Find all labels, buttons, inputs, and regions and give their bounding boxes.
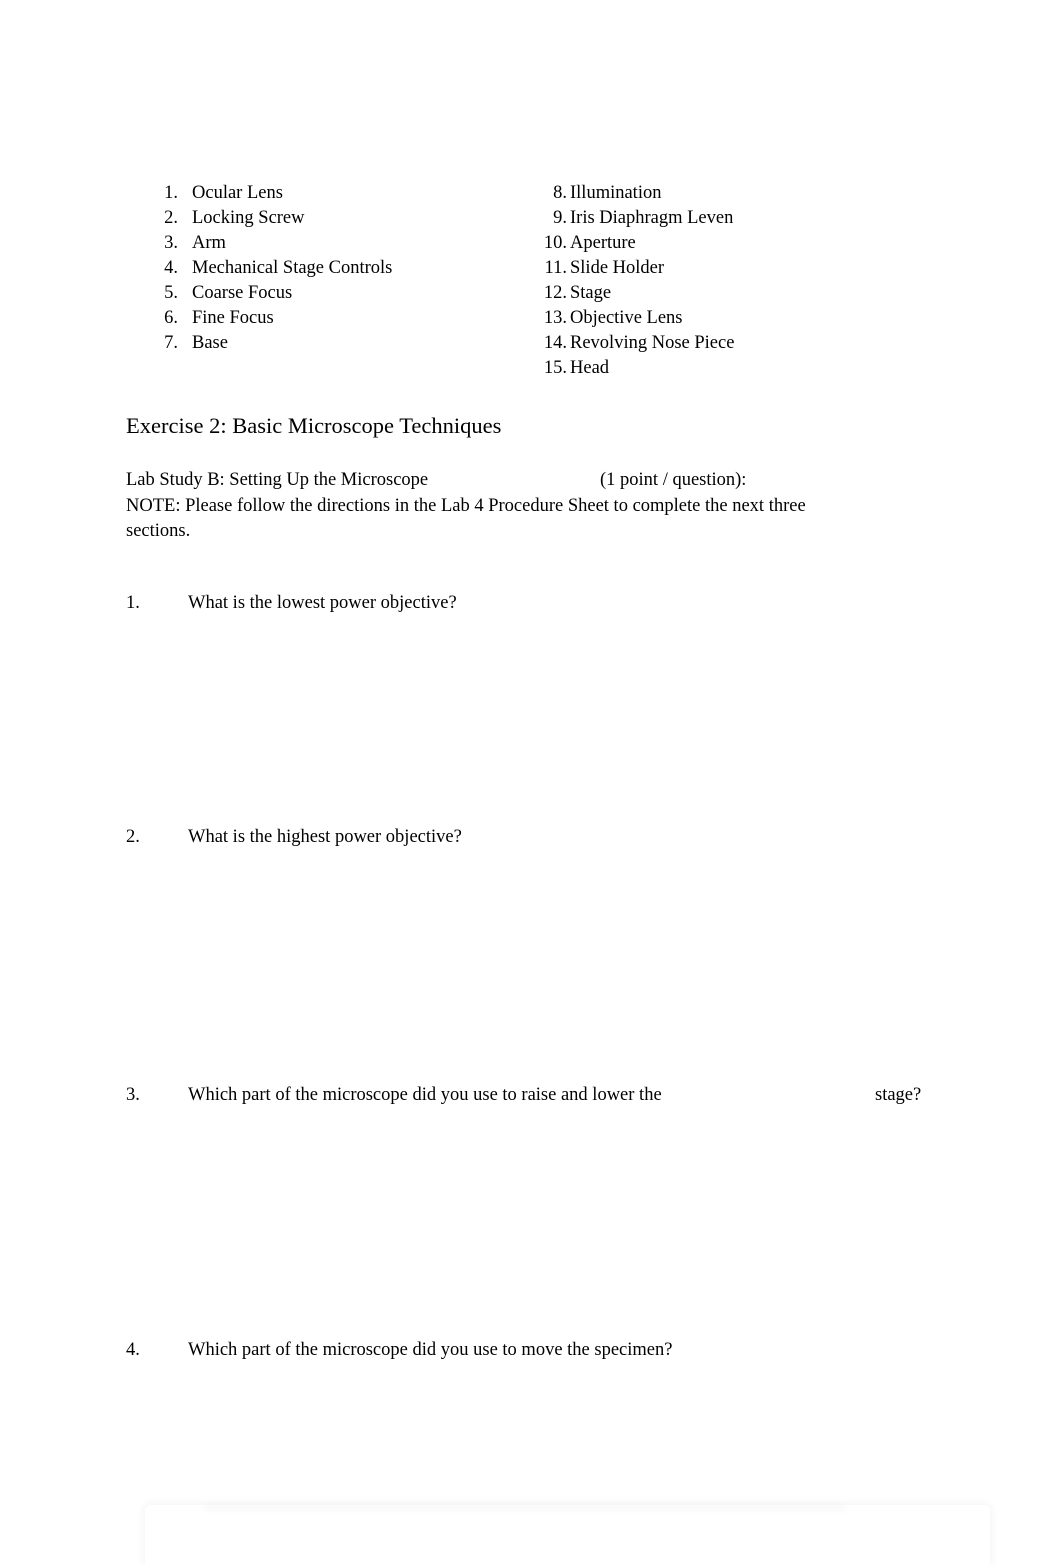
question-text: Which part of the microscope did you use… <box>188 1340 673 1360</box>
list-item-number: 12. <box>543 283 567 303</box>
question-3: 3. Which part of the microscope did you u… <box>126 1083 1006 1109</box>
list-item-label: Slide Holder <box>570 258 665 278</box>
list-item-number: 13. <box>543 308 567 328</box>
list-item-label: Arm <box>192 233 226 253</box>
lab-study-points: (1 point / question): <box>600 470 747 490</box>
list-item: 3. Arm <box>152 231 392 256</box>
list-item-number: 9. <box>553 208 567 228</box>
question-text-tail: stage? <box>875 1085 922 1105</box>
bottom-overlay-panel-strip <box>205 1505 845 1514</box>
parts-list-left-column: 1. Ocular Lens 2. Locking Screw 3. Arm 4… <box>152 181 392 356</box>
list-item: 11. Slide Holder <box>541 256 734 281</box>
list-item-label: Coarse Focus <box>192 283 293 303</box>
list-item: 5. Coarse Focus <box>152 281 392 306</box>
list-item: 6. Fine Focus <box>152 306 392 331</box>
list-item-label: Stage <box>570 283 612 303</box>
question-text: What is the highest power objective? <box>188 827 462 847</box>
list-item-number: 4. <box>164 258 178 278</box>
lab-study-title: Lab Study B: Setting Up the Microscope <box>126 470 429 490</box>
bottom-overlay-panel <box>145 1505 990 1565</box>
list-item-label: Illumination <box>570 183 662 203</box>
list-item-label: Iris Diaphragm Leven <box>570 208 734 228</box>
list-item: 13. Objective Lens <box>541 306 734 331</box>
list-item-number: 5. <box>164 283 178 303</box>
section-heading: Exercise 2: Basic Microscope Techniques <box>126 413 502 438</box>
list-item: 8. Illumination <box>541 181 734 206</box>
question-number: 2. <box>126 827 140 847</box>
document-page: 1. Ocular Lens 2. Locking Screw 3. Arm 4… <box>0 0 1062 1565</box>
list-item: 1. Ocular Lens <box>152 181 392 206</box>
list-item-label: Objective Lens <box>570 308 683 328</box>
list-item-number: 1. <box>164 183 178 203</box>
list-item-number: 11. <box>544 258 567 278</box>
list-item-number: 15. <box>543 358 567 378</box>
list-item-number: 8. <box>553 183 567 203</box>
question-text: What is the lowest power objective? <box>188 593 457 613</box>
list-item: 15. Head <box>541 356 734 381</box>
question-1: 1. What is the lowest power objective? <box>126 591 1006 617</box>
list-item: 7. Base <box>152 331 392 356</box>
question-text: Which part of the microscope did you use… <box>188 1085 662 1105</box>
question-2: 2. What is the highest power objective? <box>126 825 1006 851</box>
list-item-label: Base <box>192 333 228 353</box>
list-item-number: 2. <box>164 208 178 228</box>
list-item-label: Mechanical Stage Controls <box>192 258 393 278</box>
question-number: 1. <box>126 593 140 613</box>
list-item: 10. Aperture <box>541 231 734 256</box>
list-item-number: 14. <box>543 333 567 353</box>
lab-study-block: Lab Study B: Setting Up the Microscope (… <box>126 468 806 545</box>
list-item: 14. Revolving Nose Piece <box>541 331 735 356</box>
list-item: 9. Iris Diaphragm Leven <box>541 206 734 231</box>
list-item-number: 3. <box>164 233 178 253</box>
list-item: 2. Locking Screw <box>152 206 392 231</box>
question-number: 4. <box>126 1340 140 1360</box>
list-item: 12. Stage <box>541 281 734 306</box>
list-item-number: 7. <box>164 333 178 353</box>
question-4: 4. Which part of the microscope did you u… <box>126 1338 1006 1364</box>
lab-study-title-row: Lab Study B: Setting Up the Microscope (… <box>126 468 806 494</box>
list-item-label: Revolving Nose Piece <box>570 333 735 353</box>
list-item-number: 6. <box>164 308 178 328</box>
lab-study-note: NOTE: Please follow the directions in th… <box>126 495 806 542</box>
list-item-number: 10. <box>543 233 567 253</box>
question-number: 3. <box>126 1085 140 1105</box>
list-item-label: Locking Screw <box>192 208 305 228</box>
list-item-label: Aperture <box>570 233 636 253</box>
list-item-label: Fine Focus <box>192 308 274 328</box>
list-item-label: Ocular Lens <box>192 183 283 203</box>
list-item-label: Head <box>570 358 610 378</box>
parts-list-right-column: 8. Illumination 9. Iris Diaphragm Leven … <box>541 181 735 381</box>
list-item: 4. Mechanical Stage Controls <box>152 256 392 281</box>
